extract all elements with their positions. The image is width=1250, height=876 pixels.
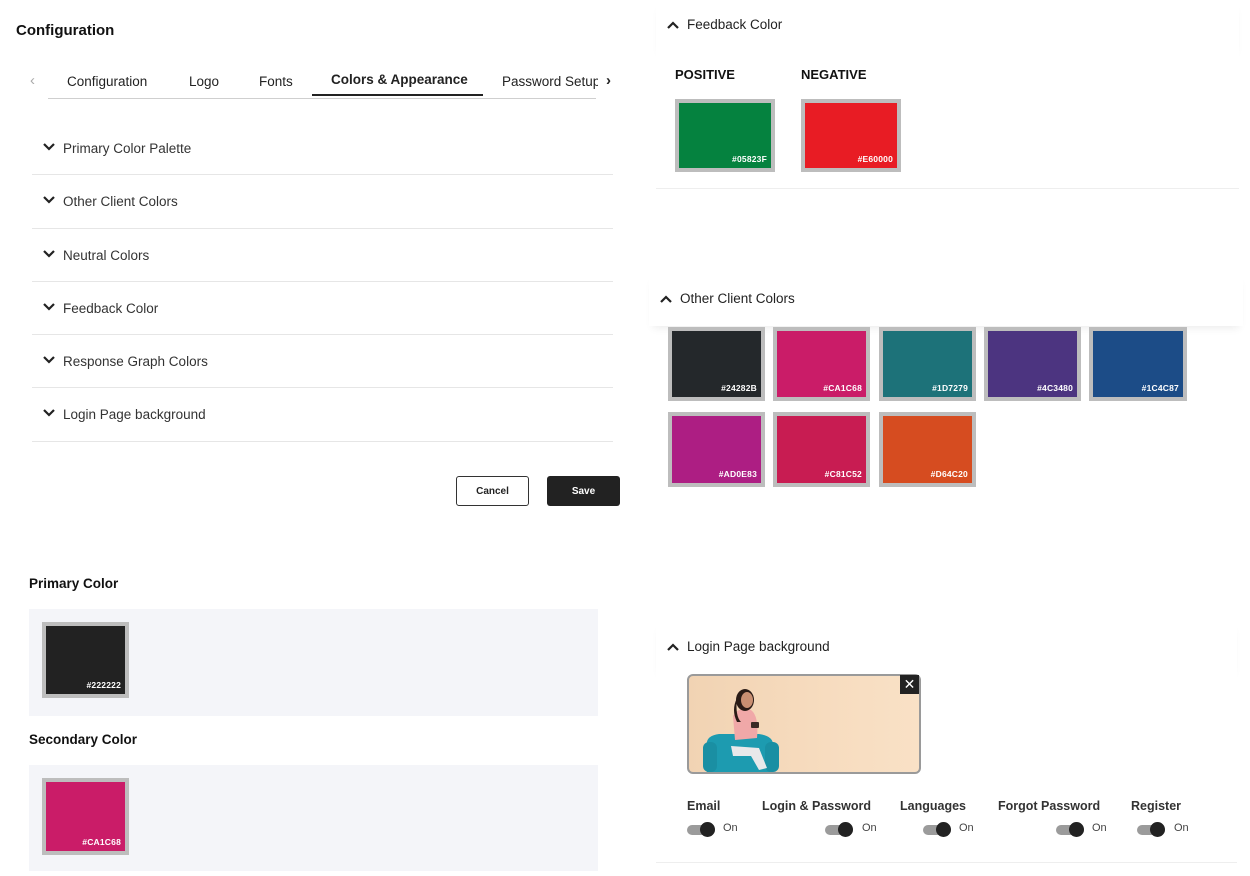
toggle-knob bbox=[700, 822, 715, 837]
toggle-label-forgot-password: Forgot Password bbox=[998, 799, 1101, 813]
login-background-image[interactable] bbox=[687, 674, 921, 774]
swatch-hex: #E60000 bbox=[857, 154, 893, 164]
tab-logo[interactable]: Logo bbox=[189, 74, 219, 89]
feedback-color-title: Feedback Color bbox=[687, 17, 783, 32]
close-icon[interactable]: ✕ bbox=[900, 675, 919, 694]
swatch-hex: #CA1C68 bbox=[823, 383, 862, 393]
negative-color-swatch[interactable]: #E60000 bbox=[801, 99, 901, 172]
swatch-hex: #CA1C68 bbox=[82, 837, 121, 847]
other-client-colors-title: Other Client Colors bbox=[680, 291, 795, 306]
toggle-label-register: Register bbox=[1131, 799, 1182, 813]
chevron-down-icon bbox=[43, 196, 55, 204]
accordion-other-client-colors[interactable]: Other Client Colors bbox=[32, 175, 613, 229]
accordion-label: Other Client Colors bbox=[63, 194, 178, 210]
secondary-color-swatch[interactable]: #CA1C68 bbox=[42, 778, 129, 855]
email-toggle[interactable] bbox=[687, 822, 717, 837]
tab-baseline bbox=[48, 98, 596, 99]
client-color-swatch[interactable]: #1C4C87 bbox=[1089, 327, 1187, 401]
chevron-down-icon bbox=[43, 303, 55, 311]
chevron-up-icon bbox=[660, 295, 672, 303]
client-color-swatch[interactable]: #4C3480 bbox=[984, 327, 1081, 401]
client-color-swatch[interactable]: #AD0E83 bbox=[668, 412, 765, 487]
tab-overflow-clip: Password Setup bbox=[488, 70, 598, 92]
chevron-up-icon bbox=[667, 21, 679, 29]
tab-password-setup[interactable]: Password Setup bbox=[502, 74, 598, 89]
toggle-state: On bbox=[1092, 822, 1107, 834]
tab-configuration[interactable]: Configuration bbox=[67, 74, 147, 89]
accordion-label: Response Graph Colors bbox=[63, 354, 208, 370]
other-client-colors-header[interactable]: Other Client Colors bbox=[649, 272, 1243, 326]
chevron-right-icon[interactable]: › bbox=[606, 72, 611, 89]
login-password-toggle[interactable] bbox=[825, 822, 855, 837]
forgot-password-toggle[interactable] bbox=[1056, 822, 1086, 837]
tab-bar: ‹ Configuration Logo Fonts Colors & Appe… bbox=[28, 64, 618, 100]
accordion-neutral-colors[interactable]: Neutral Colors bbox=[32, 229, 613, 282]
client-color-swatch[interactable]: #24282B bbox=[668, 327, 765, 401]
chevron-down-icon bbox=[43, 356, 55, 364]
negative-label: NEGATIVE bbox=[801, 67, 867, 82]
toggle-label-languages: Languages bbox=[900, 799, 966, 813]
primary-color-title: Primary Color bbox=[29, 576, 119, 591]
feedback-color-header[interactable]: Feedback Color bbox=[656, 0, 1239, 52]
toggle-state: On bbox=[959, 822, 974, 834]
toggle-knob bbox=[1069, 822, 1084, 837]
chevron-up-icon bbox=[667, 643, 679, 651]
toggle-label-login-password: Login & Password bbox=[762, 799, 872, 813]
accordion-login-page-background[interactable]: Login Page background bbox=[32, 388, 613, 442]
register-toggle[interactable] bbox=[1137, 822, 1167, 837]
swatch-hex: #D64C20 bbox=[930, 469, 968, 479]
accordion-label: Feedback Color bbox=[63, 300, 159, 316]
client-color-swatch[interactable]: #D64C20 bbox=[879, 412, 976, 487]
languages-toggle[interactable] bbox=[923, 822, 953, 837]
swatch-hex: #24282B bbox=[721, 383, 757, 393]
client-color-swatch[interactable]: #CA1C68 bbox=[773, 327, 870, 401]
login-background-illustration bbox=[703, 689, 779, 772]
chevron-left-icon[interactable]: ‹ bbox=[30, 72, 35, 89]
toggle-state: On bbox=[723, 822, 738, 834]
toggle-label-email: Email bbox=[687, 799, 721, 813]
client-color-swatch[interactable]: #C81C52 bbox=[773, 412, 870, 487]
toggle-state: On bbox=[862, 822, 877, 834]
chevron-down-icon bbox=[43, 409, 55, 418]
swatch-hex: #1C4C87 bbox=[1141, 383, 1179, 393]
accordion-primary-color-palette[interactable]: Primary Color Palette bbox=[32, 122, 613, 176]
toggle-state: On bbox=[1174, 822, 1189, 834]
chevron-down-icon bbox=[43, 249, 55, 258]
save-button[interactable]: Save bbox=[547, 476, 620, 506]
chevron-down-icon bbox=[43, 143, 55, 151]
swatch-hex: #AD0E83 bbox=[718, 469, 757, 479]
toggle-knob bbox=[1150, 822, 1165, 837]
login-page-background-title: Login Page background bbox=[687, 639, 830, 654]
toggle-knob bbox=[838, 822, 853, 837]
swatch-hex: #C81C52 bbox=[824, 469, 862, 479]
accordion-list: Primary Color Palette Other Client Color… bbox=[32, 122, 613, 442]
tab-fonts[interactable]: Fonts bbox=[259, 74, 293, 89]
accordion-label: Login Page background bbox=[63, 407, 206, 423]
positive-color-swatch[interactable]: #05823F bbox=[675, 99, 775, 172]
active-tab-indicator bbox=[312, 94, 483, 96]
swatch-hex: #1D7279 bbox=[932, 383, 968, 393]
cancel-button[interactable]: Cancel bbox=[456, 476, 529, 506]
accordion-label: Primary Color Palette bbox=[63, 141, 192, 156]
swatch-hex: #4C3480 bbox=[1037, 383, 1073, 393]
secondary-color-title: Secondary Color bbox=[29, 732, 138, 747]
login-page-background-header[interactable]: Login Page background bbox=[656, 620, 1237, 673]
accordion-feedback-color[interactable]: Feedback Color bbox=[32, 282, 613, 336]
positive-label: POSITIVE bbox=[675, 67, 735, 82]
accordion-response-graph-colors[interactable]: Response Graph Colors bbox=[32, 335, 613, 389]
tab-colors-appearance[interactable]: Colors & Appearance bbox=[331, 72, 468, 87]
client-color-swatch[interactable]: #1D7279 bbox=[879, 327, 976, 401]
accordion-label: Neutral Colors bbox=[63, 247, 150, 263]
swatch-hex: #222222 bbox=[86, 680, 121, 690]
page-title: Configuration bbox=[16, 22, 115, 39]
toggle-knob bbox=[936, 822, 951, 837]
primary-color-swatch[interactable]: #222222 bbox=[42, 622, 129, 698]
swatch-hex: #05823F bbox=[732, 154, 767, 164]
